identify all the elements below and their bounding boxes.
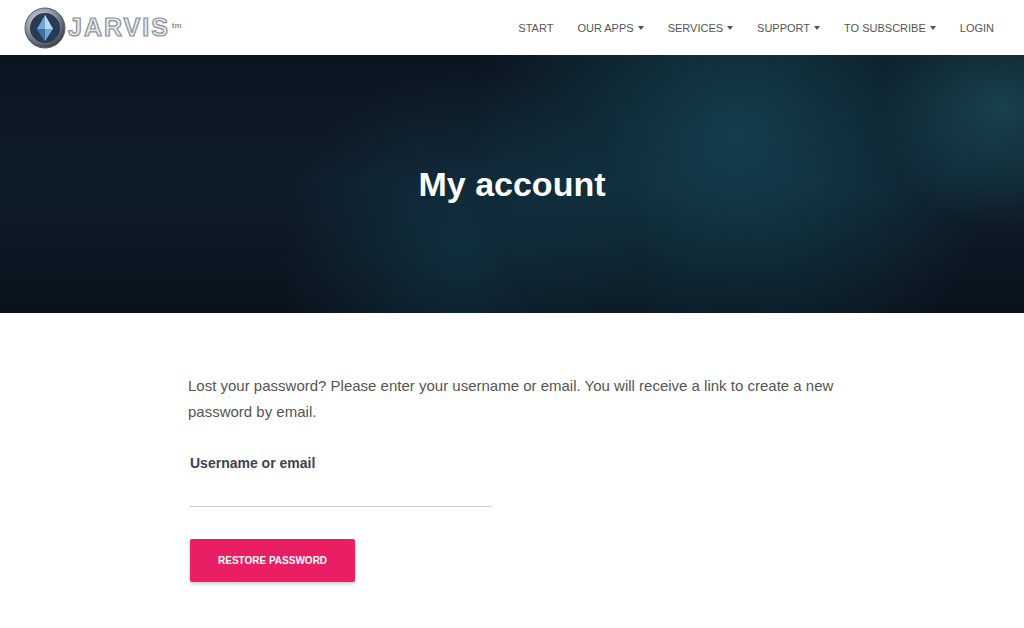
logo-text: JARVIS xyxy=(68,15,170,40)
caret-down-icon xyxy=(930,26,936,30)
field-label: Username or email xyxy=(190,455,315,471)
instructions: Lost your password? Please enter your us… xyxy=(188,373,838,425)
nav-item[interactable]: TO SUBSCRIBE xyxy=(844,22,936,34)
logo-icon xyxy=(24,7,66,49)
nav-menu: START OUR APPS SERVICES SUPPORT TO SUBSCRIBE… xyxy=(518,22,994,34)
logo[interactable]: JARVIStm xyxy=(24,7,182,49)
nav-item[interactable]: OUR APPS xyxy=(577,22,643,34)
username-input[interactable] xyxy=(190,471,492,507)
page: JARVIStm START OUR APPS SERVICES SUPPORT TO S… xyxy=(0,0,1024,628)
nav-item[interactable]: SUPPORT xyxy=(757,22,820,34)
caret-down-icon xyxy=(814,26,820,30)
restore-password-button[interactable]: RESTORE PASSWORD xyxy=(190,539,355,582)
header: JARVIStm START OUR APPS SERVICES SUPPORT TO S… xyxy=(0,0,1024,55)
page-title: My account xyxy=(418,165,605,204)
logo-superscript: tm xyxy=(172,21,182,30)
nav-item[interactable]: SERVICES xyxy=(668,22,733,34)
hero-banner: My account xyxy=(0,55,1024,313)
nav-item[interactable]: LOGIN xyxy=(960,22,994,34)
reset-form: Lost your password? Please enter your us… xyxy=(188,313,838,582)
nav-item[interactable]: START xyxy=(518,22,553,34)
caret-down-icon xyxy=(727,26,733,30)
caret-down-icon xyxy=(638,26,644,30)
